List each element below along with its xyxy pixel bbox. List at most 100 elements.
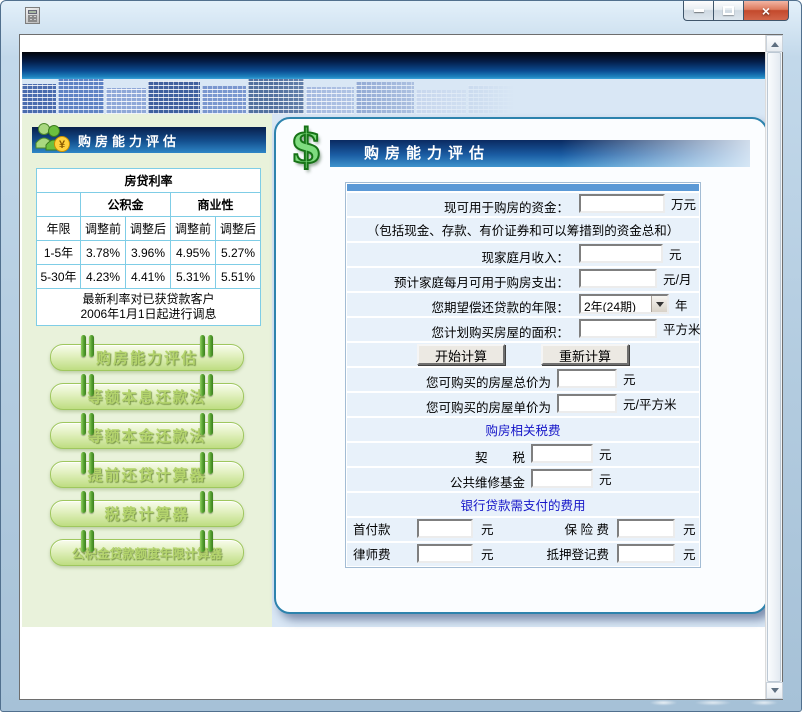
monthly-expense-input[interactable] — [579, 269, 657, 288]
pin-icon — [200, 491, 213, 513]
deed-tax-input[interactable] — [531, 444, 593, 463]
monthly-income-label: 现家庭月收入： — [347, 247, 569, 266]
row-lawyer-mortgage: 律师费 元 抵押登记费 元 — [347, 543, 699, 566]
loan-years-value: 2年(24期) — [581, 296, 651, 312]
down-payment-input[interactable] — [417, 519, 473, 538]
down-payment-label: 首付款 — [353, 519, 409, 538]
rate-header-row: 年限 调整前 调整后 调整前 调整后 — [37, 217, 261, 241]
deed-tax-label: 契 税 — [347, 447, 525, 466]
pin-icon — [81, 374, 94, 396]
scroll-down-button[interactable] — [766, 682, 783, 699]
insurance-label: 保 险 费 — [497, 519, 609, 538]
pin-icon — [81, 530, 94, 552]
row-total-price: 您可购买的房屋总价为 元 — [347, 368, 699, 391]
panel-title: 购房能力评估 — [330, 140, 750, 167]
lawyer-fee-unit: 元 — [481, 544, 494, 563]
pin-icon — [200, 335, 213, 357]
rate-row-1-5: 1-5年 3.78% 3.96% 4.95% 5.27% — [37, 241, 261, 265]
available-funds-input[interactable] — [579, 194, 665, 213]
assessment-form: 现可用于购房的资金： 万元 （包括现金、存款、有价证券和可以筹措到的资金总和） … — [345, 182, 701, 568]
svg-text:¥: ¥ — [59, 139, 66, 151]
people-coin-icon: ¥ — [34, 121, 72, 155]
pin-icon — [200, 413, 213, 435]
available-funds-label: 现可用于购房的资金： — [347, 197, 569, 216]
scroll-up-button[interactable] — [766, 35, 783, 52]
monthly-expense-unit: 元/月 — [663, 269, 691, 288]
pin-icon — [81, 335, 94, 357]
close-icon: × — [762, 4, 770, 18]
available-funds-unit: 万元 — [671, 194, 696, 213]
row-monthly-expense: 预计家庭每月可用于购房支出： 元/月 — [347, 268, 699, 291]
panel-header: 购房能力评估 — [330, 140, 750, 167]
row-tax-section: 购房相关税费 — [347, 418, 699, 441]
dropdown-arrow-icon[interactable] — [651, 296, 667, 312]
loan-years-unit: 年 — [675, 295, 688, 314]
insurance-input[interactable] — [617, 519, 675, 538]
buildings-image — [22, 79, 582, 114]
monthly-income-input[interactable] — [579, 244, 663, 263]
row-funds-note: （包括现金、存款、有价证券和可以筹措到的资金总和） — [347, 218, 699, 241]
row-house-area: 您计划购买房屋的面积： 平方米 — [347, 318, 699, 341]
lawyer-fee-label: 律师费 — [353, 544, 409, 563]
loan-years-label: 您期望偿还贷款的年限： — [347, 297, 569, 316]
row-bank-section: 银行贷款需支付的费用 — [347, 493, 699, 516]
menu-item-tiqian-huandai[interactable]: 提前还贷计算器 — [50, 461, 244, 488]
row-deed-tax: 契 税 元 — [347, 443, 699, 466]
rate-note: 最新利率对已获贷款客户 2006年1月1日起进行调息 — [37, 289, 261, 326]
tax-section-header: 购房相关税费 — [485, 420, 560, 439]
pin-icon — [81, 491, 94, 513]
row-downpayment-insurance: 首付款 元 保 险 费 元 — [347, 518, 699, 541]
house-area-unit: 平方米 — [663, 319, 701, 338]
scrollbar-thumb[interactable] — [767, 52, 781, 682]
menu-item-dengE-benjin[interactable]: 等额本金还款法 — [50, 422, 244, 449]
house-area-input[interactable] — [579, 319, 657, 338]
main-panel: $ 购房能力评估 现可用于购房的资金： 万元 （包括现金、存款、有价证券和 — [274, 117, 765, 614]
form-top-strip — [347, 184, 699, 191]
maintenance-fund-label: 公共维修基金 — [347, 472, 525, 491]
total-price-input[interactable] — [557, 369, 617, 388]
maximize-icon — [723, 6, 734, 15]
arrow-down-icon — [771, 688, 779, 697]
lawyer-fee-input[interactable] — [417, 544, 473, 563]
mortgage-reg-label: 抵押登记费 — [497, 544, 609, 563]
pin-icon — [200, 374, 213, 396]
arrow-up-icon — [771, 38, 779, 47]
bank-section-header: 银行贷款需支付的费用 — [460, 495, 585, 514]
menu-item-shuifei[interactable]: 税费计算器 — [50, 500, 244, 527]
rate-row-5-30: 5-30年 4.23% 4.41% 5.31% 5.51% — [37, 265, 261, 289]
loan-rate-table: 房贷利率 公积金 商业性 年限 调整前 调整后 调整前 调整后 — [36, 168, 261, 326]
rate-group-shangyexing: 商业性 — [171, 193, 261, 217]
maximize-button[interactable] — [713, 1, 743, 21]
maintenance-fund-input[interactable] — [531, 469, 593, 488]
menu-item-gongjijin-edu[interactable]: 公积金贷款额度年限计算器 — [50, 539, 244, 566]
mortgage-reg-input[interactable] — [617, 544, 675, 563]
calculate-button[interactable]: 开始计算 — [417, 344, 505, 365]
unit-price-unit: 元/平方米 — [623, 394, 676, 413]
dollar-icon: $ — [290, 123, 323, 170]
pin-icon — [200, 530, 213, 552]
vertical-scrollbar[interactable] — [765, 35, 782, 699]
sidebar-title: 购房能力评估 — [78, 131, 180, 150]
menu-item-dengE-benxi[interactable]: 等额本息还款法 — [50, 383, 244, 410]
minimize-button[interactable] — [683, 1, 713, 21]
house-area-label: 您计划购买房屋的面积： — [347, 322, 569, 341]
maintenance-fund-unit: 元 — [599, 469, 612, 488]
row-maintenance-fund: 公共维修基金 元 — [347, 468, 699, 491]
close-button[interactable]: × — [743, 1, 789, 21]
reset-button[interactable]: 重新计算 — [541, 344, 629, 365]
loan-years-select[interactable]: 2年(24期) — [579, 294, 669, 314]
unit-price-input[interactable] — [557, 394, 617, 413]
menu-item-gofang-nengli[interactable]: 购房能力评估 — [50, 344, 244, 371]
down-payment-unit: 元 — [481, 519, 494, 538]
page: ¥ 购房能力评估 房贷利率 公积金 商业性 年限 — [20, 35, 765, 699]
total-price-label: 您可购买的房屋总价为 — [347, 372, 551, 391]
sidebar: ¥ 购房能力评估 房贷利率 公积金 商业性 年限 — [22, 114, 272, 627]
monthly-expense-label: 预计家庭每月可用于购房支出： — [347, 272, 569, 291]
monthly-income-unit: 元 — [669, 244, 682, 263]
sidebar-header: ¥ 购房能力评估 — [32, 127, 266, 153]
rate-group-gongjijin: 公积金 — [81, 193, 171, 217]
unit-price-label: 您可购买的房屋单价为 — [347, 397, 551, 416]
row-monthly-income: 现家庭月收入： 元 — [347, 243, 699, 266]
sidebar-menu: 购房能力评估 等额本息还款法 等额本金还款法 — [22, 344, 272, 566]
pin-icon — [81, 452, 94, 474]
